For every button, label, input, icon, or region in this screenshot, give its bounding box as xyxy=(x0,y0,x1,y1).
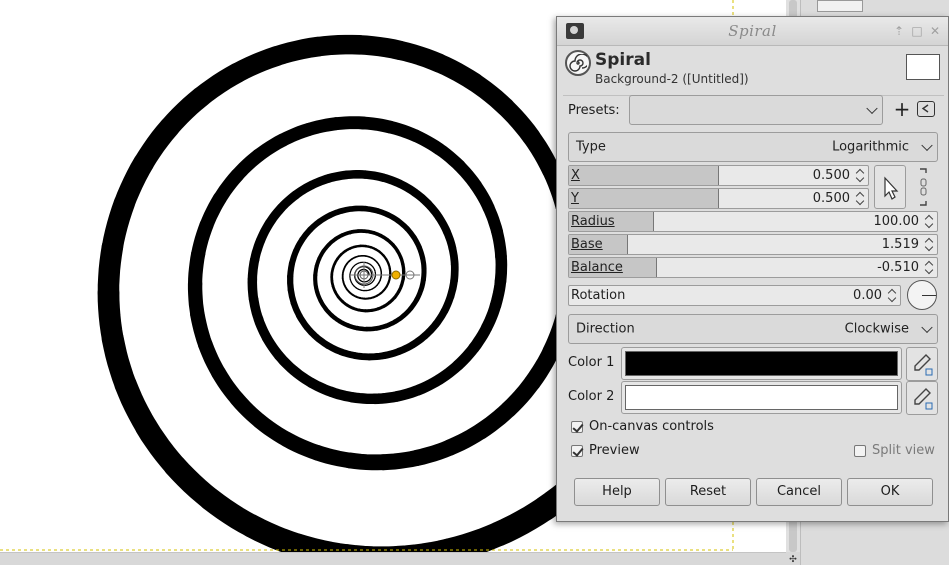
color1-button[interactable] xyxy=(621,347,902,380)
dialog-titlebar[interactable]: Spiral ⇡ □ ✕ xyxy=(557,17,948,46)
chevron-down-icon xyxy=(866,102,878,115)
layer-thumbnail xyxy=(906,54,940,80)
spin-arrows-icon xyxy=(887,287,897,304)
preset-menu-icon[interactable] xyxy=(917,101,935,117)
rotation-dial[interactable] xyxy=(907,280,937,310)
color2-picker-button[interactable] xyxy=(906,381,938,415)
spin-arrows-icon xyxy=(924,213,934,230)
close-icon[interactable]: ✕ xyxy=(928,24,942,38)
pointer-icon xyxy=(884,176,899,200)
spiral-dialog: Spiral ⇡ □ ✕ Spiral Background-2 ([Untit… xyxy=(556,16,949,522)
color1-label: Color 1 xyxy=(568,355,615,370)
spin-arrows-icon xyxy=(855,190,865,207)
eyedropper-icon xyxy=(914,388,933,410)
base-spin-scale[interactable]: Base 1.519 xyxy=(568,234,938,255)
add-preset-icon[interactable]: + xyxy=(892,99,912,119)
pin-icon[interactable]: ⇡ xyxy=(892,24,906,38)
spin-arrows-icon xyxy=(924,259,934,276)
eyedropper-icon xyxy=(914,354,933,376)
chevron-down-icon xyxy=(921,321,933,334)
navigate-icon[interactable]: ✣ xyxy=(786,552,800,565)
color1-picker-button[interactable] xyxy=(906,347,938,381)
presets-dropdown[interactable] xyxy=(629,95,883,125)
dock-tab-icon[interactable] xyxy=(817,0,863,12)
direction-dropdown[interactable]: Direction Clockwise xyxy=(568,314,938,344)
chevron-down-icon xyxy=(921,139,933,152)
y-spin-scale[interactable]: Y 0.500 xyxy=(568,188,869,209)
radius-handle[interactable] xyxy=(391,270,401,280)
dialog-header: Spiral Background-2 ([Untitled]) xyxy=(563,50,944,90)
ok-button[interactable]: OK xyxy=(847,478,933,506)
balance-spin-scale[interactable]: Balance -0.510 xyxy=(568,257,938,278)
spiral-icon xyxy=(565,50,591,76)
canvas-horizontal-scrollbar[interactable] xyxy=(0,552,790,565)
maximize-icon[interactable]: □ xyxy=(910,24,924,38)
rotation-spin-scale[interactable]: Rotation 0.00 xyxy=(568,285,901,306)
type-dropdown[interactable]: Type Logarithmic xyxy=(568,132,938,162)
help-button[interactable]: Help xyxy=(574,478,660,506)
preview-checkbox[interactable]: Preview xyxy=(571,443,640,458)
spin-arrows-icon xyxy=(924,236,934,253)
reset-button[interactable]: Reset xyxy=(665,478,751,506)
spin-arrows-icon xyxy=(855,167,865,184)
pick-coordinates-button[interactable] xyxy=(874,165,906,209)
presets-label: Presets: xyxy=(568,103,620,118)
on-canvas-controls-checkbox[interactable]: On-canvas controls xyxy=(571,419,714,434)
chain-link-icon[interactable] xyxy=(918,167,930,207)
color2-button[interactable] xyxy=(621,381,902,414)
window-title: Spiral xyxy=(728,22,777,40)
radius-spin-scale[interactable]: Radius 100.00 xyxy=(568,211,938,232)
filter-title: Spiral xyxy=(595,50,651,70)
split-view-checkbox[interactable]: Split view xyxy=(854,443,935,458)
x-spin-scale[interactable]: X 0.500 xyxy=(568,165,869,186)
cancel-button[interactable]: Cancel xyxy=(756,478,842,506)
color2-label: Color 2 xyxy=(568,389,615,404)
layer-info: Background-2 ([Untitled]) xyxy=(595,72,749,86)
